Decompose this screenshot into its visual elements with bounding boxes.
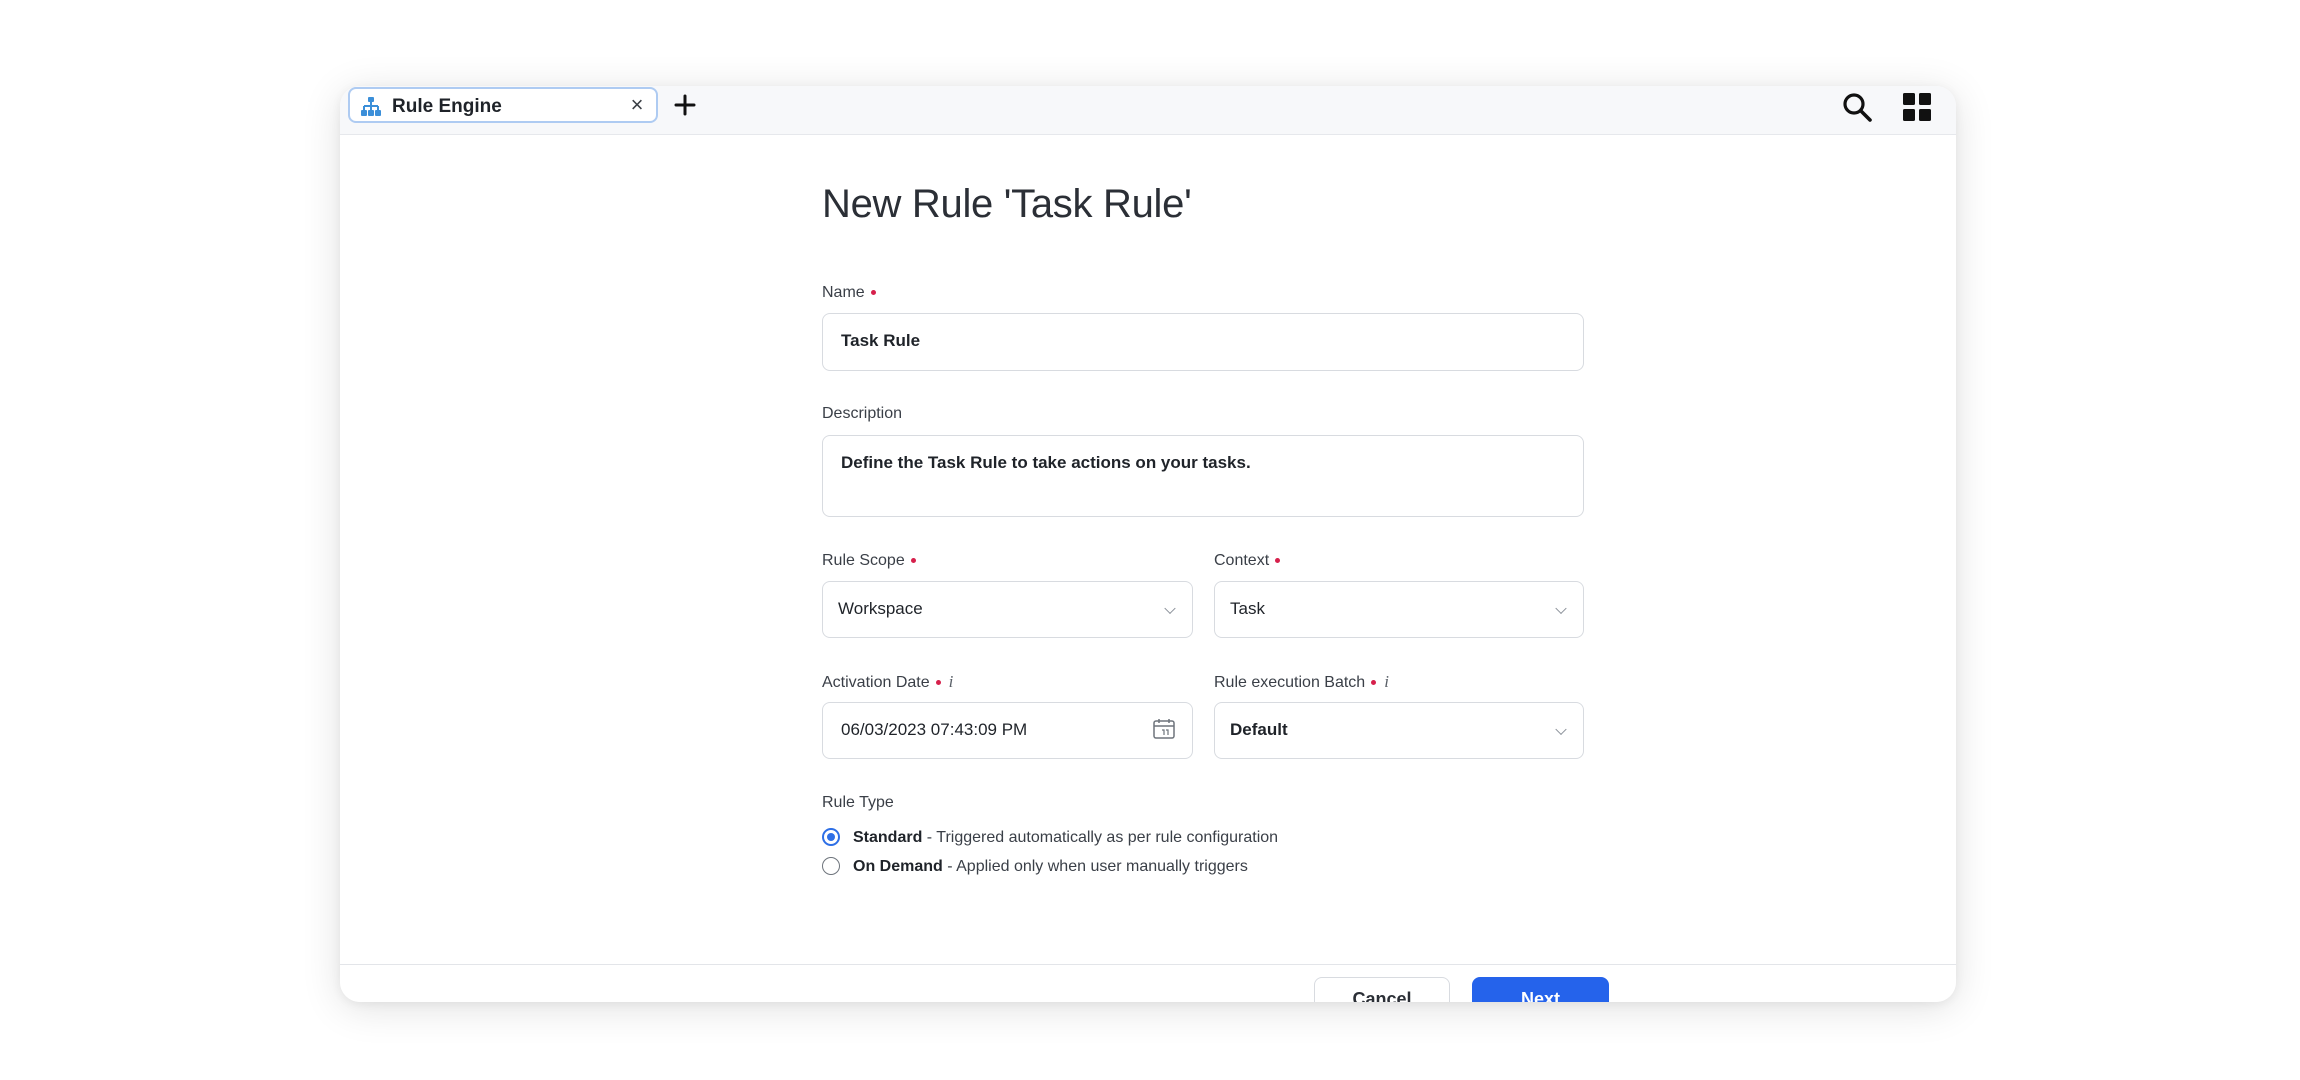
activation-date-value: 06/03/2023 07:43:09 PM (841, 720, 1028, 739)
radio-on-demand-label: On Demand - Applied only when user manua… (853, 857, 1248, 876)
chevron-down-icon (1555, 602, 1567, 614)
required-indicator (910, 558, 916, 564)
plus-icon[interactable] (670, 90, 700, 120)
app-window: Rule Engine × New Rule 'Task Rule' Name … (340, 86, 1956, 1002)
rule-scope-value: Workspace (838, 599, 923, 618)
batch-value: Default (1230, 720, 1288, 739)
required-indicator (1371, 680, 1377, 686)
batch-select[interactable]: Default (1214, 702, 1584, 759)
activation-date-label: Activation Date i (822, 672, 953, 693)
context-label-text: Context (1214, 552, 1270, 569)
rule-scope-select[interactable]: Workspace (822, 581, 1193, 638)
hierarchy-icon (361, 97, 381, 116)
required-indicator (1275, 558, 1281, 564)
required-indicator (870, 290, 876, 296)
page-title: New Rule 'Task Rule' (822, 182, 1192, 226)
context-value: Task (1230, 599, 1265, 618)
description-label: Description (822, 405, 903, 422)
name-field[interactable]: Task Rule (822, 313, 1584, 371)
rule-scope-label: Rule Scope (822, 551, 916, 571)
radio-standard-name: Standard (853, 829, 923, 846)
radio-on-demand-name: On Demand (853, 858, 943, 875)
description-field[interactable]: Define the Task Rule to take actions on … (822, 435, 1584, 517)
footer-bar: Cancel Next (340, 964, 1956, 1002)
next-button[interactable]: Next (1472, 977, 1609, 1002)
tab-label: Rule Engine (392, 96, 502, 117)
main-content: New Rule 'Task Rule' Name Task Rule Desc… (340, 135, 1956, 1002)
radio-on-demand-desc: - Applied only when user manually trigge… (942, 858, 1248, 875)
info-icon[interactable]: i (1384, 672, 1389, 692)
radio-standard-desc: - Triggered automatically as per rule co… (922, 829, 1279, 846)
search-icon[interactable] (1840, 90, 1874, 124)
activation-date-field[interactable]: 06/03/2023 07:43:09 PM (822, 702, 1193, 759)
info-icon[interactable]: i (949, 672, 954, 692)
rule-type-label: Rule Type (822, 794, 894, 811)
name-label-text: Name (822, 284, 865, 301)
context-select[interactable]: Task (1214, 581, 1584, 638)
batch-label: Rule execution Batch i (1214, 672, 1389, 693)
name-label: Name (822, 283, 876, 303)
radio-standard-label: Standard - Triggered automatically as pe… (853, 828, 1278, 847)
context-label: Context (1214, 551, 1281, 571)
required-indicator (935, 680, 941, 686)
radio-button[interactable] (822, 857, 840, 875)
activation-date-label-text: Activation Date (822, 674, 930, 691)
name-value: Task Rule (841, 331, 921, 350)
chevron-down-icon (1164, 602, 1176, 614)
grid-icon[interactable] (1900, 90, 1934, 124)
chevron-down-icon (1555, 723, 1567, 735)
radio-button-checked[interactable] (822, 828, 840, 846)
calendar-icon[interactable] (1152, 717, 1176, 741)
cancel-button[interactable]: Cancel (1314, 977, 1450, 1002)
rule-scope-label-text: Rule Scope (822, 552, 905, 569)
close-icon[interactable]: × (624, 92, 650, 118)
batch-label-text: Rule execution Batch (1214, 674, 1366, 691)
tab-rule-engine[interactable]: Rule Engine × (348, 87, 658, 123)
description-value: Define the Task Rule to take actions on … (841, 453, 1251, 472)
tab-bar: Rule Engine × (340, 86, 1956, 135)
